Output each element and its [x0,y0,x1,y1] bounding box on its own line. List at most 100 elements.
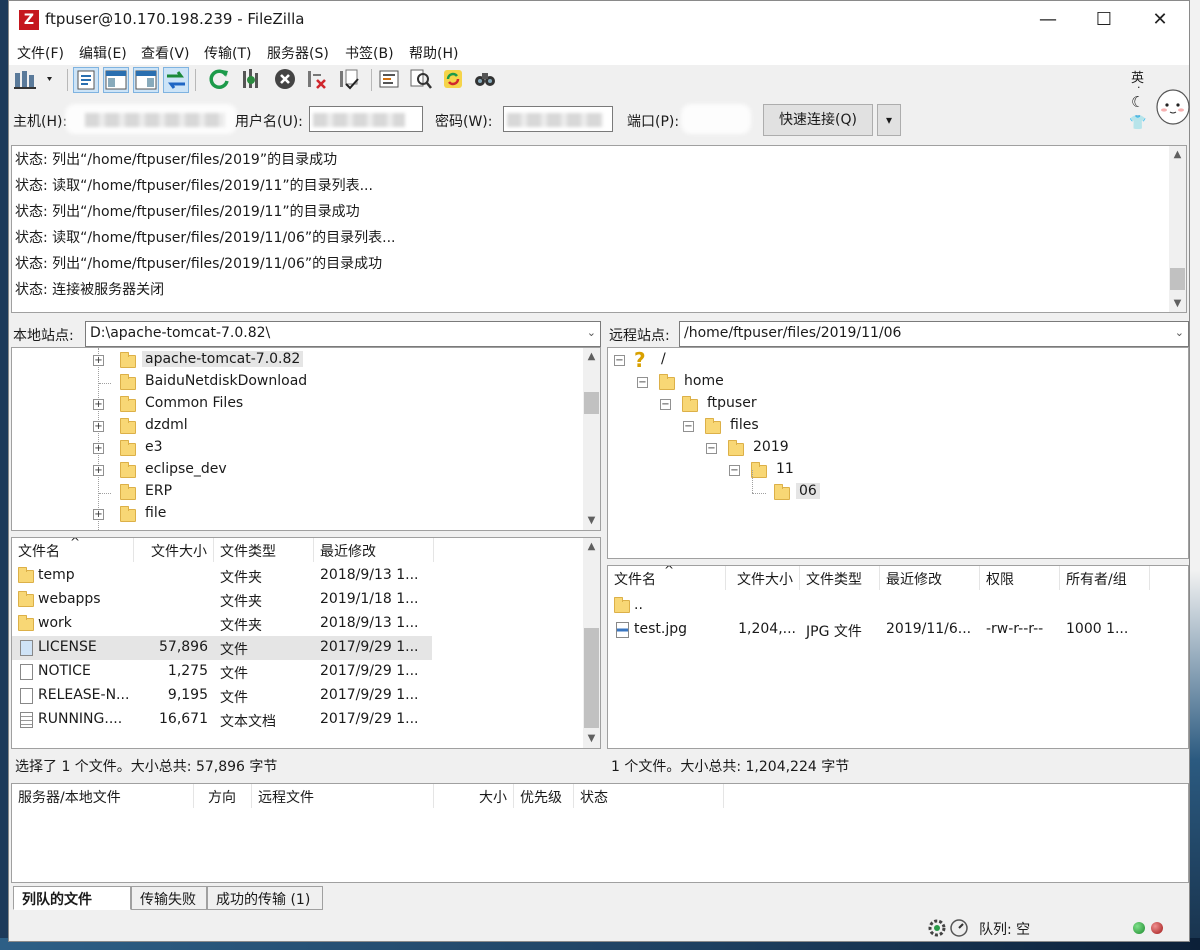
quickconnect-button[interactable]: 快速连接(Q) [763,104,873,136]
remote-tree-item[interactable]: − files [683,416,983,438]
scroll-down-arrow[interactable]: ▼ [1169,295,1186,312]
local-file-row[interactable]: RELEASE-N... 9,195 文件 2017/9/29 1... [12,684,432,708]
remote-col-filename[interactable]: 文件名 ^ [608,566,726,590]
compare-icon[interactable] [409,67,435,93]
expand-icon[interactable]: + [93,465,104,476]
scroll-up-arrow[interactable]: ▲ [583,348,600,365]
disconnect-icon[interactable] [305,67,331,93]
local-list-scrollbar-thumb[interactable] [584,628,599,728]
remote-tree-item[interactable]: − home [637,372,937,394]
local-file-row[interactable]: LICENSE 57,896 文件 2017/9/29 1... [12,636,432,660]
log-scrollbar[interactable]: ▲ ▼ [1169,146,1186,312]
local-list-scrollbar[interactable]: ▲ ▼ [583,538,600,748]
remote-col-permissions[interactable]: 权限 [980,566,1060,590]
remote-col-modified[interactable]: 最近修改 [880,566,980,590]
chevron-down-icon[interactable]: ⌄ [1175,326,1184,339]
scroll-up-arrow[interactable]: ▲ [583,538,600,555]
menu-transfer[interactable]: 传输(T) [204,43,251,63]
collapse-icon[interactable]: − [660,399,671,410]
gear-icon[interactable] [927,918,947,938]
remote-file-row[interactable]: .. [608,594,1168,618]
remote-tree-item[interactable]: −? / [614,348,914,372]
local-file-row[interactable]: webapps 文件夹 2019/1/18 1... [12,588,432,612]
queue-col-remote-file[interactable]: 远程文件 [252,784,434,808]
maximize-button[interactable]: ☐ [1075,1,1133,39]
local-tree-item[interactable]: + apache-tomcat-7.0.82 [90,350,570,372]
collapse-icon[interactable]: − [729,465,740,476]
tab-successful-transfers[interactable]: 成功的传输 (1) [207,886,323,910]
local-file-row[interactable]: temp 文件夹 2018/9/13 1... [12,564,432,588]
local-tree-item[interactable]: + dzdml [90,416,570,438]
ime-skin-icon[interactable]: 👕 [1129,115,1146,131]
close-button[interactable]: ✕ [1131,1,1189,39]
queue-col-size[interactable]: 大小 [434,784,514,808]
reconnect-icon[interactable] [337,67,363,93]
collapse-icon[interactable]: − [706,443,717,454]
toggle-queue-icon[interactable] [163,67,189,93]
collapse-icon[interactable]: − [614,355,625,366]
remote-col-owner[interactable]: 所有者/组 [1060,566,1150,590]
local-tree-item[interactable]: + e3 [90,438,570,460]
port-input[interactable] [681,104,751,134]
local-tree-item[interactable]: BaiduNetdiskDownload [90,372,570,394]
remote-tree-item[interactable]: − 2019 [706,438,1006,460]
site-manager-icon[interactable] [13,67,61,93]
remote-col-type[interactable]: 文件类型 [800,566,880,590]
sync-browse-icon[interactable] [441,67,467,93]
minimize-button[interactable]: — [1019,1,1077,39]
local-tree-item[interactable]: + Common Files [90,394,570,416]
menu-bookmarks[interactable]: 书签(B) [345,43,394,63]
local-col-size[interactable]: 文件大小 [134,538,214,562]
process-queue-icon[interactable] [239,67,265,93]
local-tree-item[interactable]: ERP [90,482,570,504]
queue-col-status[interactable]: 状态 [574,784,724,808]
menu-server[interactable]: 服务器(S) [267,43,329,63]
local-tree-item[interactable]: + file [90,504,570,526]
menu-file[interactable]: 文件(F) [17,43,64,63]
scroll-down-arrow[interactable]: ▼ [583,730,600,747]
cancel-icon[interactable] [273,67,299,93]
remote-tree-item[interactable]: 06 [752,470,1052,504]
ime-mode-icon[interactable]: ☾ [1131,93,1144,111]
log-scrollbar-thumb[interactable] [1170,268,1185,290]
scroll-up-arrow[interactable]: ▲ [1169,146,1186,163]
queue-col-server-local[interactable]: 服务器/本地文件 [12,784,194,808]
local-col-filename[interactable]: 文件名 ^ [12,538,134,562]
local-file-row[interactable]: RUNNING.... 16,671 文本文档 2017/9/29 1... [12,708,432,732]
local-file-row[interactable]: NOTICE 1,275 文件 2017/9/29 1... [12,660,432,684]
remote-file-row[interactable]: test.jpg 1,204,... JPG 文件 2019/11/6... -rw-r… [608,618,1168,642]
collapse-icon[interactable]: − [637,377,648,388]
collapse-icon[interactable]: − [683,421,694,432]
filter-icon[interactable] [377,67,403,93]
queue-col-direction[interactable]: 方向 [194,784,252,808]
quickconnect-history-dropdown[interactable]: ▾ [877,104,901,136]
toggle-remote-tree-icon[interactable] [133,67,159,93]
local-col-modified[interactable]: 最近修改 [314,538,434,562]
chevron-down-icon[interactable]: ⌄ [587,326,596,339]
menu-view[interactable]: 查看(V) [141,43,190,63]
expand-icon[interactable]: + [93,399,104,410]
local-tree-scrollbar[interactable]: ▲ ▼ [583,348,600,530]
tab-failed-transfers[interactable]: 传输失败 [131,886,207,910]
local-tree-scrollbar-thumb[interactable] [584,392,599,414]
toggle-log-icon[interactable] [73,67,99,93]
local-tree-item[interactable]: + eclipse_dev [90,460,570,482]
expand-icon[interactable]: + [93,509,104,520]
scroll-down-arrow[interactable]: ▼ [583,512,600,529]
expand-icon[interactable]: + [93,355,104,366]
queue-col-priority[interactable]: 优先级 [514,784,574,808]
remote-tree-item[interactable]: − ftpuser [660,394,960,416]
remote-path-combobox[interactable]: /home/ftpuser/files/2019/11/06 ⌄ [679,321,1189,347]
toggle-local-tree-icon[interactable] [103,67,129,93]
local-file-row[interactable]: work 文件夹 2018/9/13 1... [12,612,432,636]
menu-edit[interactable]: 编辑(E) [79,43,127,63]
tab-queued-files[interactable]: 列队的文件 [13,886,131,910]
expand-icon[interactable]: + [93,443,104,454]
refresh-icon[interactable] [207,67,233,93]
search-icon[interactable] [473,67,499,93]
expand-icon[interactable]: + [93,421,104,432]
speed-limit-icon[interactable] [949,918,969,938]
remote-col-size[interactable]: 文件大小 [726,566,800,590]
local-col-type[interactable]: 文件类型 [214,538,314,562]
local-path-combobox[interactable]: D:\apache-tomcat-7.0.82\ ⌄ [85,321,601,347]
